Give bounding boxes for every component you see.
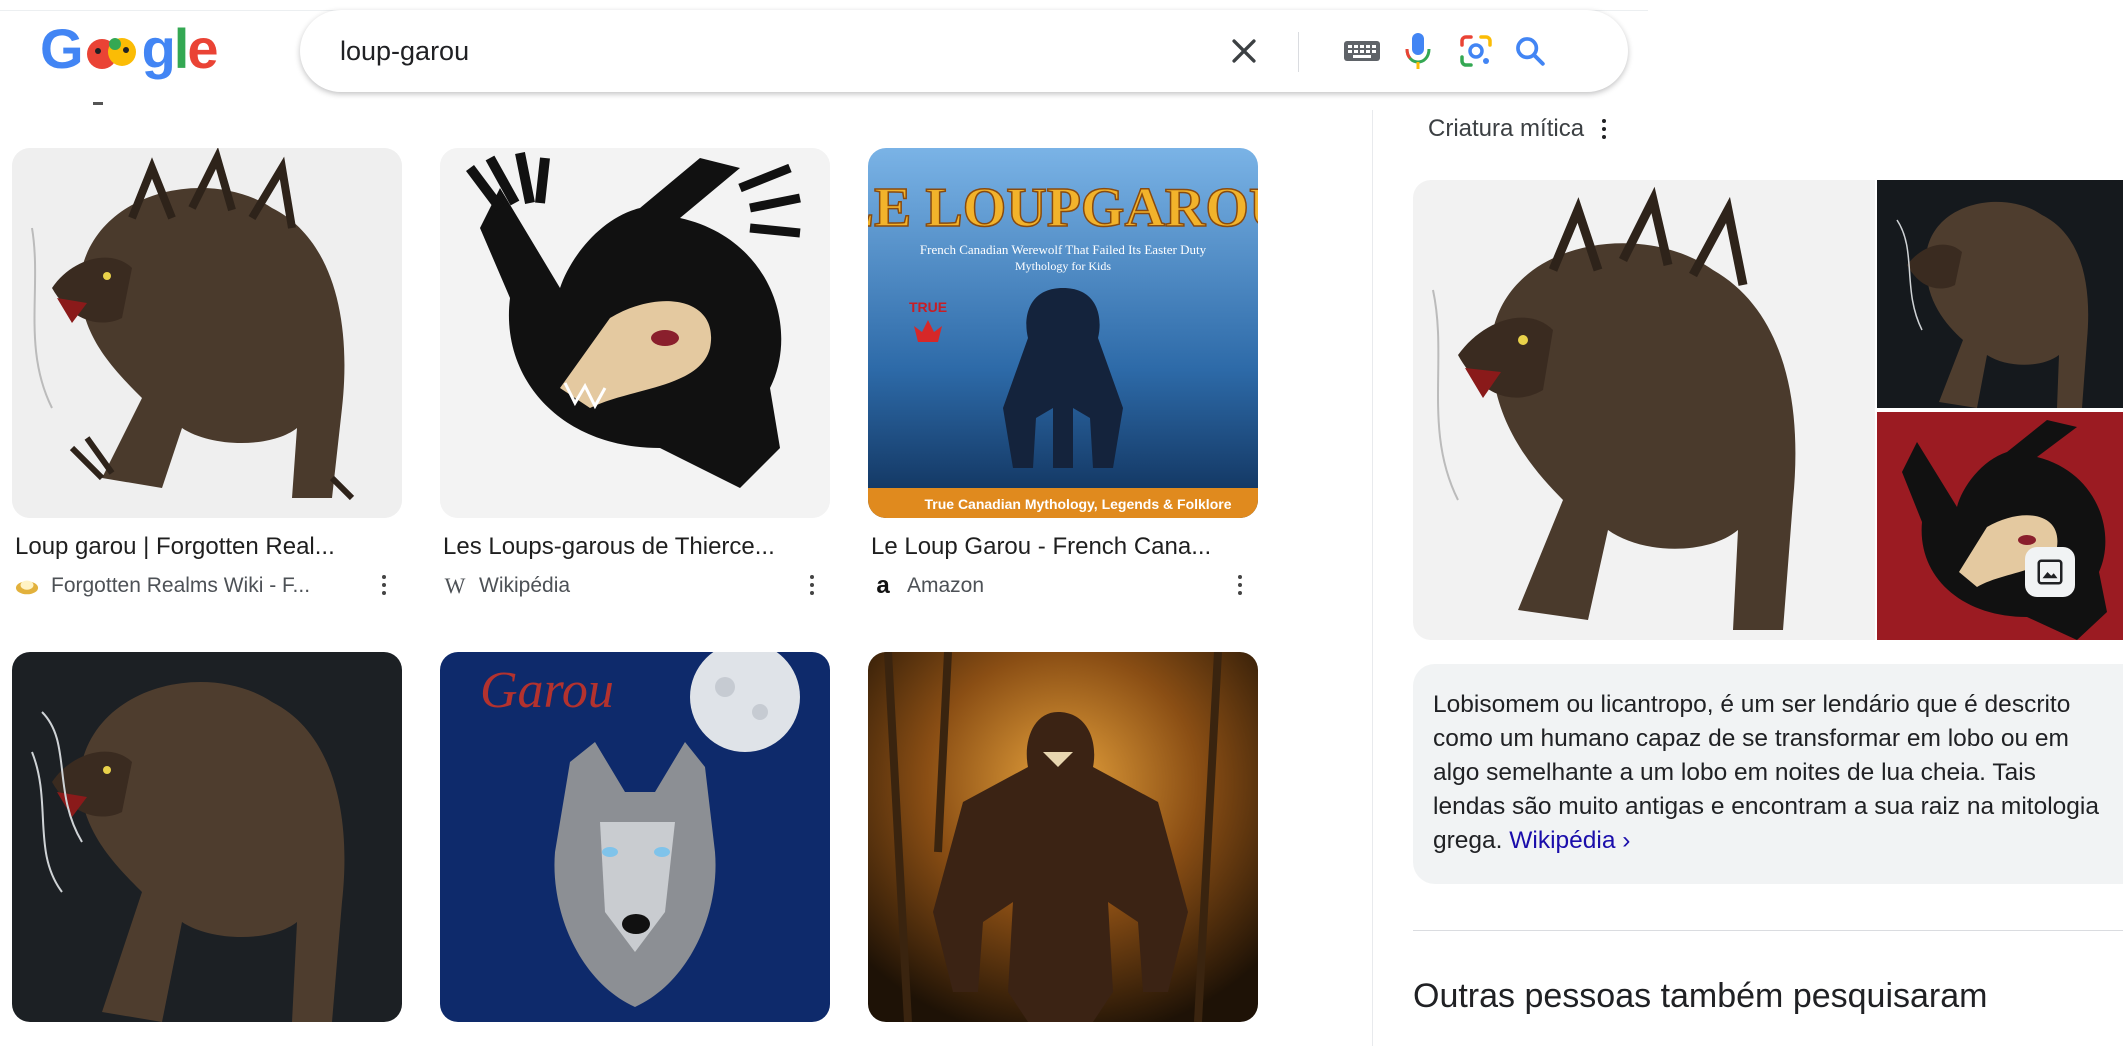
panel-image-2[interactable] <box>1877 180 2123 408</box>
close-icon[interactable] <box>1222 29 1266 73</box>
result-source-label-3: Amazon <box>907 574 985 597</box>
google-logo[interactable]: Ggle <box>40 18 220 80</box>
forgotten-realms-icon <box>15 574 39 598</box>
entity-more-options[interactable] <box>1594 114 1614 144</box>
result-title-3[interactable]: Le Loup Garou - French Cana... <box>871 532 1241 562</box>
result-image-1[interactable] <box>12 148 402 518</box>
wikipedia-icon: W <box>444 573 466 598</box>
book-badge: TRUE <box>909 299 947 315</box>
result-image-4[interactable] <box>12 652 402 1022</box>
search-input[interactable] <box>340 10 1140 92</box>
result-more-options-3[interactable] <box>1230 570 1250 600</box>
result-source-label-1: Forgotten Realms Wiki - F... <box>51 574 311 597</box>
result-source-2[interactable]: W Wikipédia <box>443 573 570 599</box>
logo-underline <box>93 102 103 105</box>
amazon-icon: a <box>876 572 890 599</box>
wikipedia-link[interactable]: Wikipédia › <box>1509 827 1630 854</box>
entity-type-label: Criatura mítica <box>1428 115 1585 142</box>
result-more-options-1[interactable] <box>374 570 394 600</box>
entity-description: Lobisomem ou licantropo, é um ser lendár… <box>1433 688 2113 858</box>
book-title: LE LOUPGAROU <box>868 177 1258 239</box>
panel-image-3[interactable] <box>1877 412 2123 640</box>
result-source-1[interactable]: Forgotten Realms Wiki - F... <box>15 573 310 599</box>
panel-separator <box>1413 930 2123 931</box>
result-source-3[interactable]: a Amazon <box>871 573 984 599</box>
result-image-2[interactable] <box>440 148 830 518</box>
panel-divider <box>1372 110 1373 1046</box>
panel-main-image[interactable] <box>1413 180 1875 640</box>
search-bar <box>300 10 1628 92</box>
microphone-icon[interactable] <box>1396 29 1440 73</box>
result-title-1[interactable]: Loup garou | Forgotten Real... <box>15 532 385 562</box>
result-image-6[interactable] <box>868 652 1258 1022</box>
result-image-3[interactable]: LE LOUPGAROU French Canadian Werewolf Th… <box>868 148 1258 518</box>
result-more-options-2[interactable] <box>802 570 822 600</box>
google-lens-icon[interactable] <box>1454 29 1498 73</box>
gallery-icon[interactable] <box>2025 547 2075 597</box>
entity-type: Criatura mítica <box>1428 114 1614 144</box>
search-bar-divider <box>1298 32 1299 72</box>
search-icon[interactable] <box>1508 29 1552 73</box>
keyboard-icon[interactable] <box>1340 29 1384 73</box>
result-image-5[interactable]: Garou <box>440 652 830 1022</box>
related-searches-heading: Outras pessoas também pesquisaram <box>1413 977 1988 1015</box>
book-subtitle-2: Mythology for Kids <box>1015 259 1111 273</box>
book-footer: True Canadian Mythology, Legends & Folkl… <box>924 496 1231 512</box>
doodle-icon <box>82 24 142 74</box>
result-title-2[interactable]: Les Loups-garous de Thierce... <box>443 532 813 562</box>
poster-title: Garou <box>480 662 614 719</box>
book-subtitle: French Canadian Werewolf That Failed Its… <box>920 242 1207 257</box>
result-source-label-2: Wikipédia <box>479 574 571 597</box>
